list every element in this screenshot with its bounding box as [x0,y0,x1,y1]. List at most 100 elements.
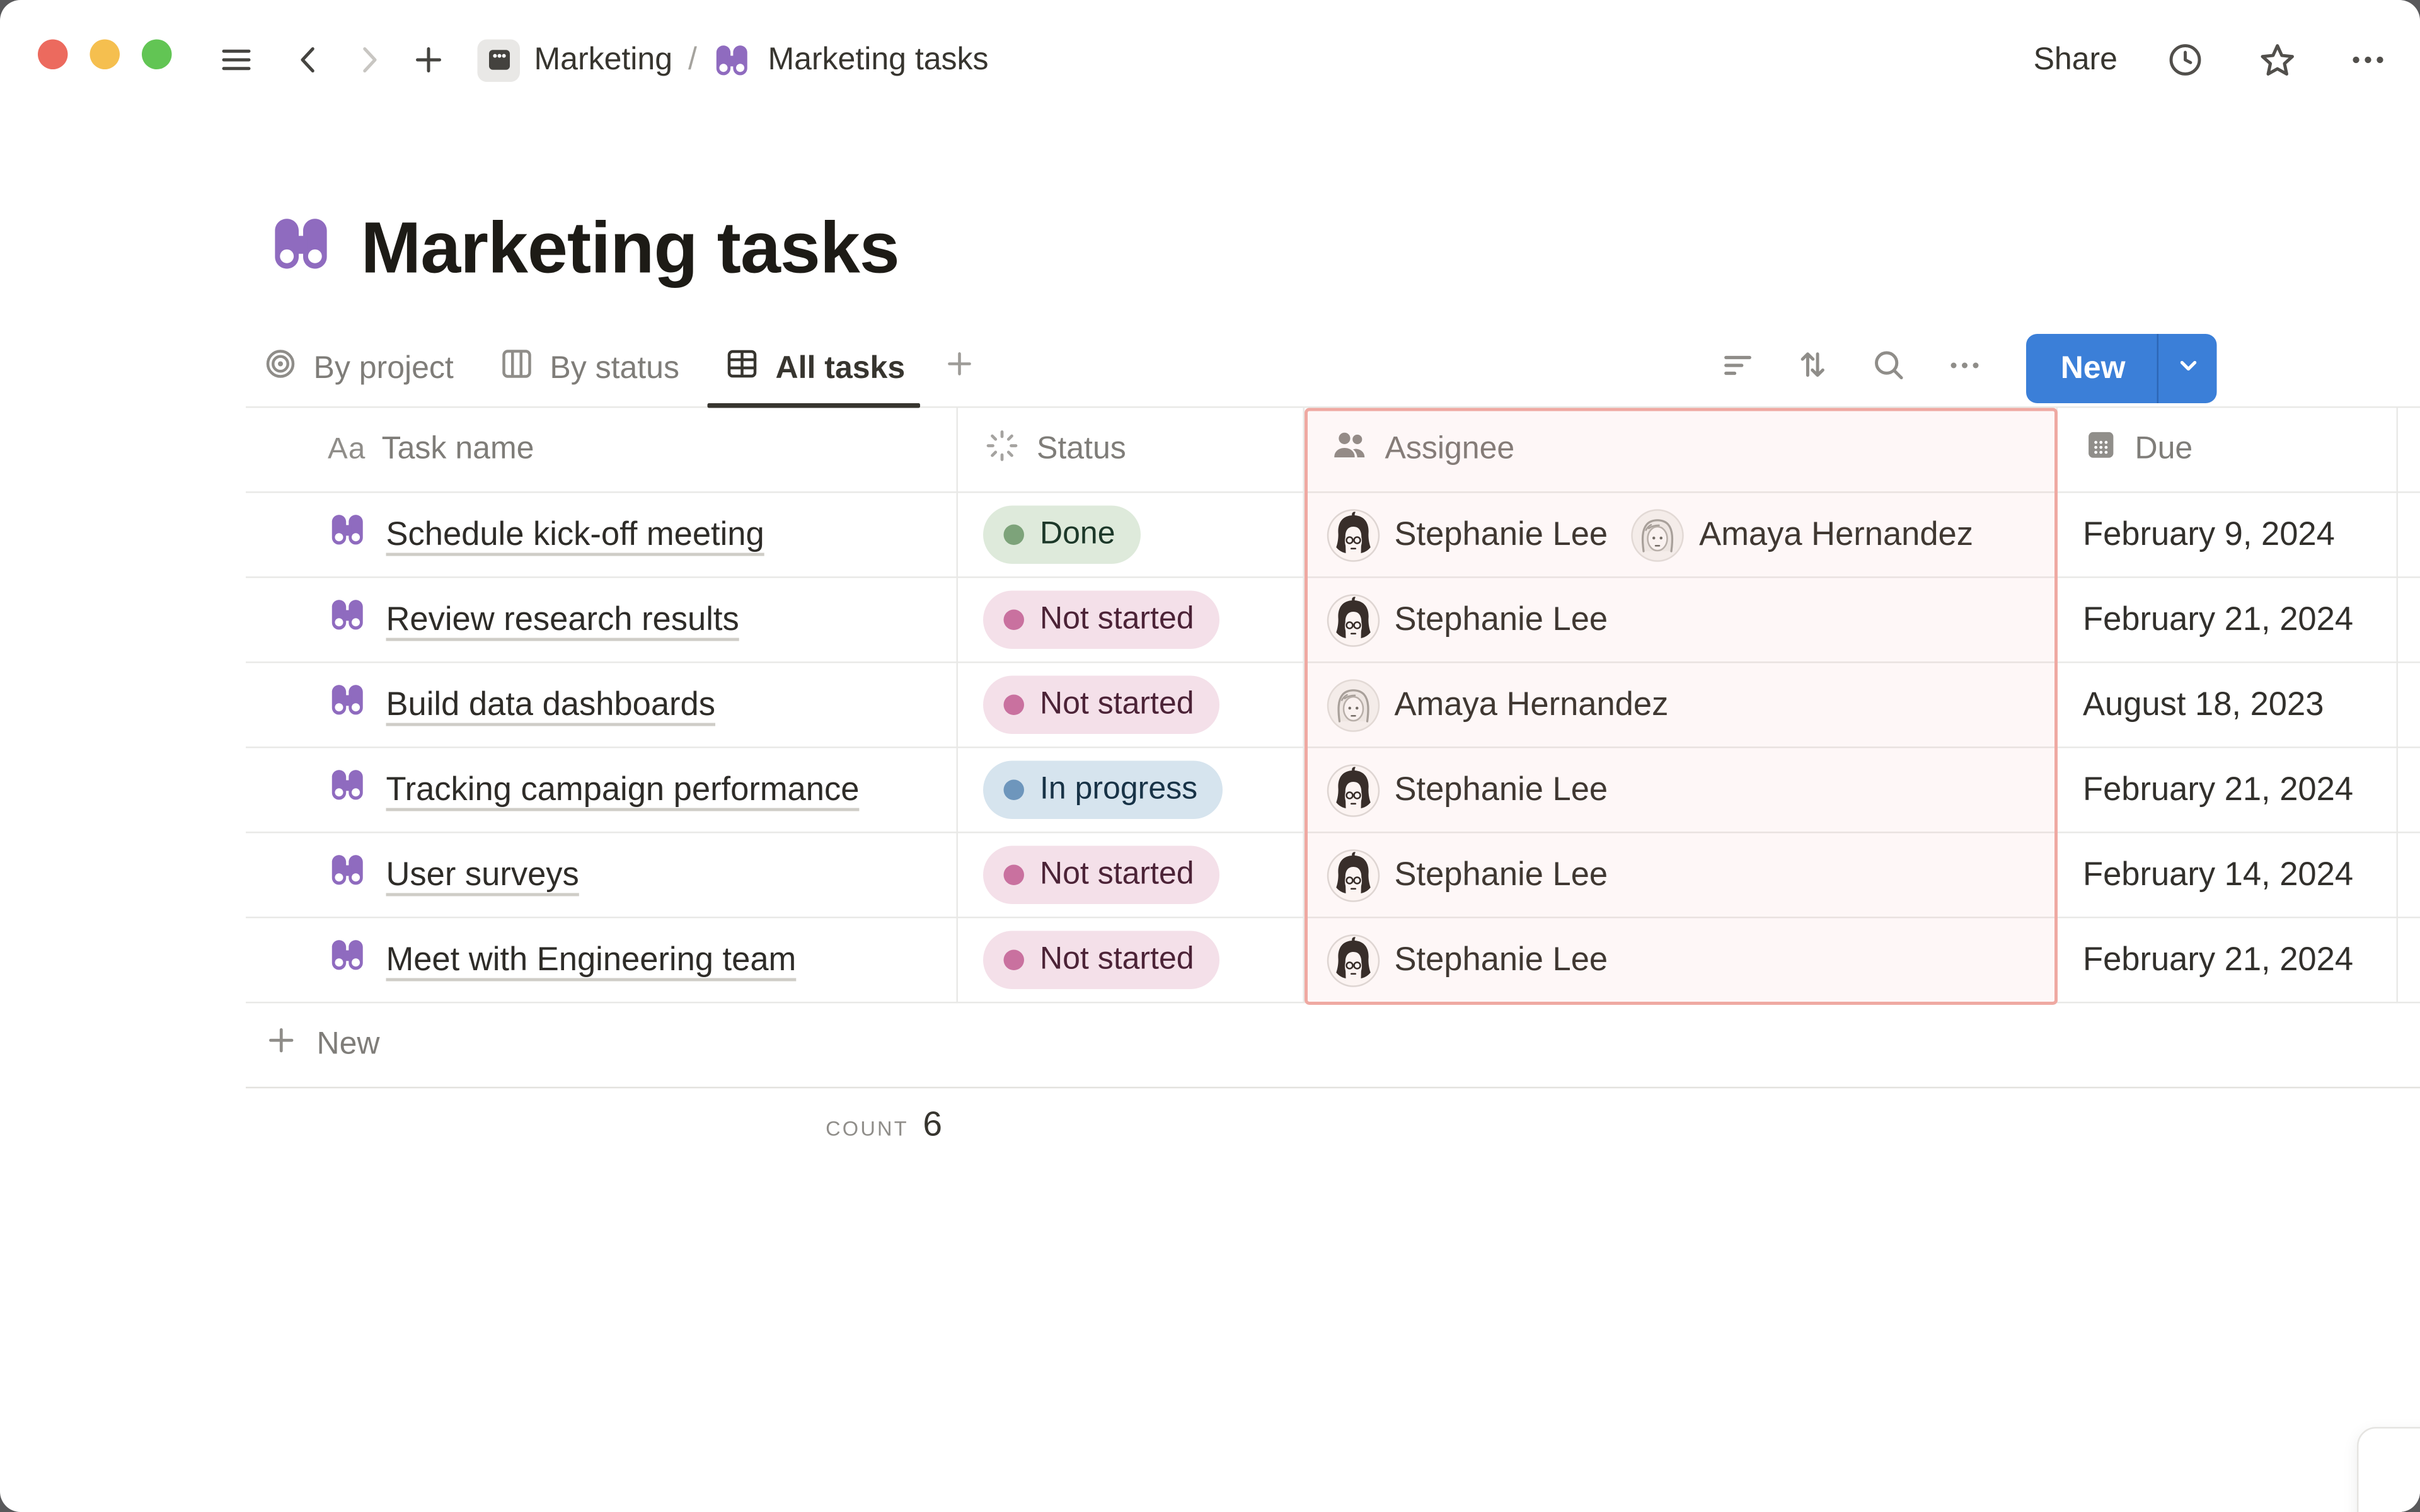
assignee-name: Stephanie Lee [1395,856,1608,894]
marketing-page-icon [478,38,521,81]
status-dot-icon [1004,950,1025,971]
count-label: COUNT [826,1117,909,1141]
breadcrumb-item-marketing-tasks[interactable]: Marketing tasks [713,40,989,80]
add-row-label: New [317,1027,380,1063]
page-more-button[interactable] [2344,37,2392,84]
task-name-cell[interactable]: Tracking campaign performance [246,748,958,833]
status-cell[interactable]: Not started [958,833,1305,919]
assignee-cell[interactable]: Amaya Hernandez [1305,663,2058,748]
due-date-cell[interactable]: February 21, 2024 [2058,578,2398,663]
assignee-cell[interactable]: Stephanie Lee [1305,578,2058,663]
table-row: Schedule kick-off meeting Done Stephanie… [246,493,2420,578]
ellipsis-icon [2348,40,2388,81]
task-name-cell[interactable]: Build data dashboards [246,663,958,748]
status-dot-icon [1004,780,1025,801]
share-button[interactable]: Share [2034,42,2118,78]
search-view-button[interactable] [1862,342,1916,396]
new-record-button[interactable]: New [2026,334,2157,403]
task-name-cell[interactable]: Schedule kick-off meeting [246,493,958,578]
breadcrumb-item-marketing[interactable]: Marketing [478,38,673,81]
desktop-backdrop: Marketing / Marketing tasks Share [0,0,2420,1512]
due-date-cell[interactable]: August 18, 2023 [2058,663,2398,748]
assignee-cell[interactable]: Stephanie LeeAmaya Hernandez [1305,493,2058,578]
binoculars-icon [328,936,367,985]
status-burst-icon [983,426,1021,473]
assignee-name: Amaya Hernandez [1395,686,1669,724]
table-trailing-space [2398,663,2420,748]
close-window-button[interactable] [38,38,68,69]
column-header-assignee[interactable]: Assignee [1305,408,2058,493]
avatar [1327,933,1380,987]
status-cell[interactable]: Not started [958,919,1305,1004]
view-tab-all-tasks[interactable]: All tasks [708,334,921,403]
favorite-button[interactable] [2253,37,2300,84]
help-widget-card[interactable] [2357,1427,2420,1512]
view-options-button[interactable] [1938,342,1991,396]
status-cell[interactable]: Done [958,493,1305,578]
breadcrumb-label: Marketing tasks [768,42,988,78]
assignee-name: Stephanie Lee [1395,601,1608,639]
column-header-due[interactable]: Due [2058,408,2398,493]
task-name-cell[interactable]: User surveys [246,833,958,919]
assignee-cell[interactable]: Stephanie Lee [1305,748,2058,833]
column-header-task-name[interactable]: Aa Task name [246,408,958,493]
filter-icon [1719,346,1756,392]
task-title-link[interactable]: Tracking campaign performance [386,771,860,809]
page-title[interactable]: Marketing tasks [361,202,899,293]
view-tab-by-project[interactable]: By project [246,334,470,403]
assignee-name: Stephanie Lee [1395,771,1608,809]
table-row: Meet with Engineering team Not started S… [246,919,2420,1004]
sidebar-toggle-button[interactable] [213,37,260,84]
page-title-binoculars-icon [268,210,334,285]
filter-button[interactable] [1711,342,1765,396]
breadcrumb-separator: / [688,42,697,78]
forward-button[interactable] [345,37,393,84]
star-icon [2256,38,2298,81]
task-title-link[interactable]: User surveys [386,856,579,894]
status-cell[interactable]: In progress [958,748,1305,833]
back-button[interactable] [285,37,333,84]
avatar [1632,508,1685,561]
due-date-cell[interactable]: February 21, 2024 [2058,919,2398,1004]
task-title-link[interactable]: Build data dashboards [386,686,716,724]
minimize-window-button[interactable] [90,38,120,69]
column-label: Task name [382,432,534,468]
due-date-cell[interactable]: February 21, 2024 [2058,748,2398,833]
plus-icon [263,1022,300,1068]
task-title-link[interactable]: Meet with Engineering team [386,941,797,979]
add-view-button[interactable] [927,334,993,403]
assignee-cell[interactable]: Stephanie Lee [1305,919,2058,1004]
due-date-cell[interactable]: February 9, 2024 [2058,493,2398,578]
binoculars-icon [328,510,367,559]
task-name-cell[interactable]: Review research results [246,578,958,663]
clock-icon [2165,40,2206,81]
avatar [1327,763,1380,816]
traffic-lights [38,38,172,69]
avatar [1327,508,1380,561]
column-header-status[interactable]: Status [958,408,1305,493]
new-record-button-group: New [2026,334,2217,403]
view-tab-by-status[interactable]: By status [482,334,695,403]
assignee-name: Stephanie Lee [1395,516,1608,554]
chevron-left-icon [290,41,328,79]
assignee-cell[interactable]: Stephanie Lee [1305,833,2058,919]
zoom-window-button[interactable] [142,38,172,69]
binoculars-icon [328,850,367,900]
count-calculation[interactable]: COUNT 6 [246,1089,958,1164]
task-name-cell[interactable]: Meet with Engineering team [246,919,958,1004]
updates-button[interactable] [2162,37,2209,84]
status-cell[interactable]: Not started [958,663,1305,748]
status-cell[interactable]: Not started [958,578,1305,663]
chevron-down-icon [2172,349,2203,389]
task-title-link[interactable]: Review research results [386,601,739,639]
sort-button[interactable] [1787,342,1840,396]
due-date-cell[interactable]: February 14, 2024 [2058,833,2398,919]
window-toolbar: Marketing / Marketing tasks Share [0,0,2420,120]
task-title-link[interactable]: Schedule kick-off meeting [386,516,764,554]
add-row-button[interactable]: New [246,1004,2420,1089]
new-page-button[interactable] [405,37,452,84]
table-trailing-space [2398,408,2420,493]
binoculars-icon [328,680,367,730]
people-icon [1330,425,1369,474]
new-record-dropdown-button[interactable] [2157,334,2217,403]
